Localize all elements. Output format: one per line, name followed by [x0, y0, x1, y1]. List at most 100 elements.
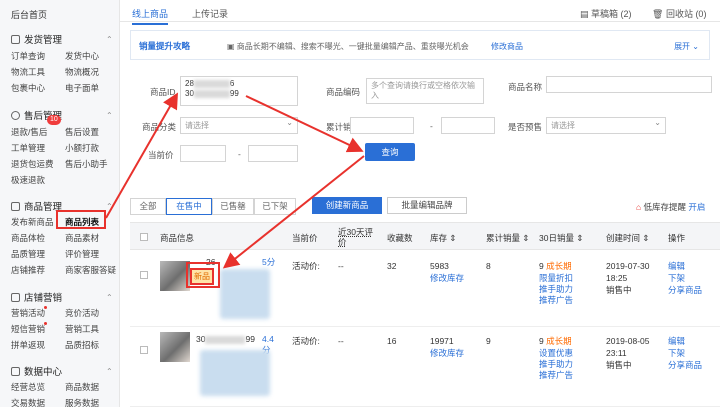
product-id-input[interactable]: 28 6 30 99	[180, 76, 298, 106]
status-tab-delisted[interactable]: 已下架	[254, 198, 296, 215]
edit-link[interactable]: 编辑	[668, 336, 685, 347]
section-marketing[interactable]: 店铺营销 ⌃	[11, 290, 113, 304]
share-link[interactable]: 分享商品	[668, 285, 702, 296]
sidebar-item[interactable]: 拼单返现	[11, 339, 45, 351]
price-max-input[interactable]	[248, 145, 298, 162]
sales-min-input[interactable]	[350, 117, 414, 134]
sidebar-item[interactable]: 品质招标	[65, 339, 99, 351]
section-product[interactable]: 商品管理 ⌃	[11, 199, 113, 213]
table-header: 商品信息 当前价 近30天评价 收藏数 库存 ⇕ 累计销量 ⇕ 30日销量 ⇕ …	[130, 222, 720, 250]
notification-badge: 10	[47, 115, 61, 125]
sidebar-item[interactable]: 售后小助手	[65, 158, 108, 170]
sidebar-item[interactable]: 商家客服答疑	[65, 264, 116, 276]
stock-cell: 19971	[430, 336, 454, 346]
tab-upload-records[interactable]: 上传记录	[192, 7, 228, 20]
share-link[interactable]: 分享商品	[668, 360, 702, 371]
section-shipping[interactable]: 发货管理 ⌃	[11, 32, 113, 46]
promo-link[interactable]: 推手助力	[539, 359, 573, 370]
col-total-sales[interactable]: 累计销量 ⇕	[486, 232, 529, 244]
favorites-cell: 16	[387, 336, 397, 346]
col-created[interactable]: 创建时间 ⇕	[606, 232, 649, 244]
section-data[interactable]: 数据中心 ⌃	[11, 364, 113, 378]
status-text: 销售中	[606, 285, 632, 295]
product-score[interactable]: 5分	[262, 257, 275, 268]
sidebar-item[interactable]: 物流工具	[11, 66, 45, 78]
sidebar-item[interactable]: 工单管理	[11, 142, 45, 154]
sidebar-item[interactable]: 营销活动	[11, 307, 45, 319]
promo-link[interactable]: 推荐广告	[539, 295, 573, 306]
sidebar-item[interactable]: 发货中心	[65, 50, 99, 62]
create-product-button[interactable]: 创建新商品	[312, 197, 382, 214]
select-all-checkbox[interactable]	[140, 233, 148, 241]
draft-icon: ▤	[580, 9, 592, 19]
col-stock[interactable]: 库存 ⇕	[430, 232, 456, 244]
edit-stock-link[interactable]: 修改库存	[430, 273, 464, 284]
banner-link[interactable]: 修改商品	[491, 41, 523, 52]
sidebar-item[interactable]: 经营总览	[11, 381, 45, 393]
sidebar-item[interactable]: 交易数据	[11, 397, 45, 407]
banner-title: 销量提升攻略	[139, 41, 191, 51]
sidebar-item[interactable]: 售后设置	[65, 126, 99, 138]
sidebar-home[interactable]: 后台首页	[11, 8, 47, 21]
product-thumbnail[interactable]	[160, 332, 190, 362]
tab-online-products[interactable]: 线上商品	[132, 7, 169, 25]
promo-link[interactable]: 限量折扣	[539, 273, 573, 284]
low-stock-alert[interactable]: ⌂ 低库存提醒 开启	[636, 201, 705, 213]
sidebar-item[interactable]: 竞价活动	[65, 307, 99, 319]
product-code-input[interactable]: 多个查询请换行或空格依次输入	[366, 78, 484, 104]
sidebar-item[interactable]: 短信营销	[11, 323, 45, 335]
sidebar-item[interactable]: 退款/售后	[11, 126, 47, 138]
sidebar-item[interactable]: 电子面单	[65, 82, 99, 94]
promo-link[interactable]: 推荐广告	[539, 370, 573, 381]
sidebar-item[interactable]: 小额打款	[65, 142, 99, 154]
sidebar-item[interactable]: 物流概况	[65, 66, 99, 78]
sidebar-item[interactable]: 品质管理	[11, 248, 45, 260]
query-button[interactable]: 查询	[365, 143, 415, 161]
col-price: 当前价	[292, 233, 318, 243]
sidebar-item[interactable]: 评价管理	[65, 248, 99, 260]
sidebar-item[interactable]: 订单查询	[11, 50, 45, 62]
sidebar-item[interactable]: 包裹中心	[11, 82, 45, 94]
sidebar-item[interactable]: 营销工具	[65, 323, 99, 335]
row-checkbox[interactable]	[140, 346, 148, 354]
price-min-input[interactable]	[180, 145, 226, 162]
col-product-info: 商品信息	[160, 233, 195, 243]
sidebar-item[interactable]: 商品素材	[65, 232, 99, 244]
col-30day-sales[interactable]: 30日销量 ⇕	[539, 232, 583, 244]
masked-text	[193, 89, 230, 98]
sidebar: 后台首页 发货管理 ⌃ 订单查询 发货中心 物流工具 物流概况 包裹中心 电子面单…	[0, 0, 120, 407]
recycle-bin-link[interactable]: 🗑 回收站 (0)	[652, 7, 706, 20]
sidebar-item[interactable]: 退货包运费	[11, 158, 54, 170]
sales-max-input[interactable]	[441, 117, 495, 134]
chevron-down-icon: ⌄	[690, 42, 699, 51]
promo-link[interactable]: 推手助力	[539, 284, 573, 295]
edit-stock-link[interactable]: 修改库存	[430, 348, 464, 359]
status-tab-all[interactable]: 全部	[130, 198, 166, 215]
status-text: 销售中	[606, 360, 632, 370]
sidebar-item[interactable]: 商品数据	[65, 381, 99, 393]
row-checkbox[interactable]	[140, 271, 148, 279]
growth-stage: 成长期	[546, 261, 572, 271]
product-name-input[interactable]	[546, 76, 712, 93]
sidebar-item[interactable]: 商品体检	[11, 232, 45, 244]
presale-select[interactable]: 请选择	[546, 117, 666, 134]
status-tab-sold-out[interactable]: 已售罄	[212, 198, 254, 215]
sidebar-item[interactable]: 店铺推荐	[11, 264, 45, 276]
category-select[interactable]: 请选择	[180, 117, 298, 134]
sidebar-item[interactable]: 服务数据	[65, 397, 99, 407]
created-time: 23:11	[606, 348, 627, 358]
status-tab-on-sale[interactable]: 在售中	[166, 198, 212, 215]
col-actions: 操作	[668, 233, 686, 243]
promo-link[interactable]: 设置优惠	[539, 348, 573, 359]
stock-cell: 5983	[430, 261, 449, 271]
edit-link[interactable]: 编辑	[668, 261, 685, 272]
delist-link[interactable]: 下架	[668, 348, 685, 359]
sidebar-item-product-list[interactable]: 商品列表	[65, 216, 99, 228]
delist-link[interactable]: 下架	[668, 273, 685, 284]
batch-edit-brand-button[interactable]: 批量编辑品牌	[387, 197, 467, 214]
expand-link[interactable]: 展开 ⌄	[674, 41, 699, 52]
sidebar-item[interactable]: 发布新商品	[11, 216, 54, 228]
enable-link[interactable]: 开启	[688, 202, 705, 212]
draft-box-link[interactable]: ▤ 草稿箱 (2)	[580, 7, 632, 20]
sidebar-item[interactable]: 极速退款	[11, 174, 45, 186]
